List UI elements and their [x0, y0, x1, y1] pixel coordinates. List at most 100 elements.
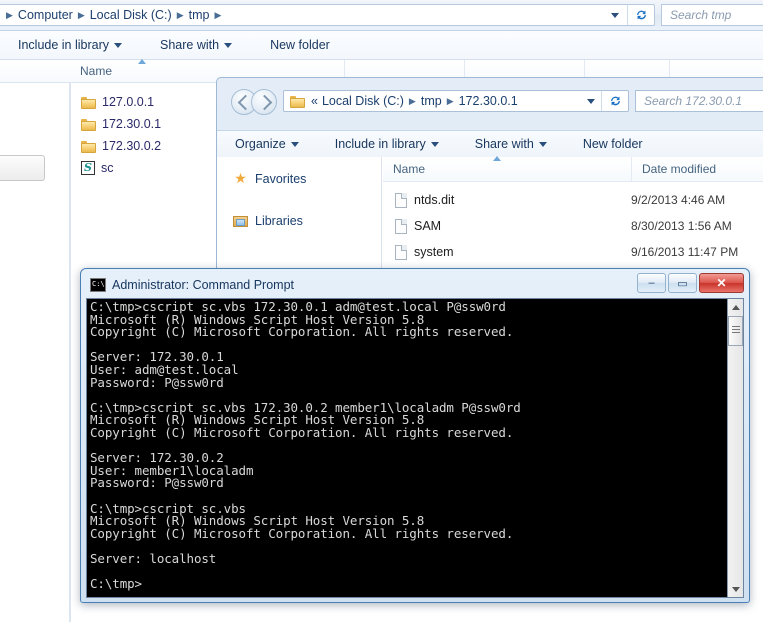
breadcrumb-separator-icon: ▶	[77, 9, 85, 20]
command-prompt-icon	[90, 278, 106, 292]
window2-file-list: Name Date modified ntds.dit 9/2/2013 4:4…	[383, 156, 763, 285]
nav-item-libraries[interactable]: Libraries	[217, 210, 381, 232]
document-icon	[395, 218, 407, 234]
search-input[interactable]: Search tmp	[670, 8, 731, 22]
table-row[interactable]: ntds.dit 9/2/2013 4:46 AM	[383, 187, 763, 213]
console-scrollbar[interactable]	[727, 299, 743, 597]
folder-icon	[81, 140, 96, 153]
sort-ascending-icon	[138, 59, 146, 64]
breadcrumb-overflow[interactable]: «	[309, 94, 320, 108]
toolbar-include-in-library[interactable]: Include in library	[8, 35, 132, 55]
breadcrumb-local-disk[interactable]: Local Disk (C:)	[88, 8, 174, 22]
folder-icon	[290, 95, 305, 108]
chevron-down-icon	[430, 141, 439, 147]
command-prompt-window: Administrator: Command Prompt – ▭ ✕ C:\t…	[80, 268, 750, 603]
toolbar-share-with[interactable]: Share with	[465, 134, 557, 154]
breadcrumb-tmp[interactable]: tmp	[187, 8, 212, 22]
file-name: SAM	[414, 219, 442, 233]
file-date: 8/30/2013 1:56 AM	[631, 219, 732, 233]
window2-address-dropdown-button[interactable]	[580, 91, 602, 111]
breadcrumb-separator-icon: ▶	[214, 9, 222, 20]
file-date: 9/16/2013 11:47 PM	[631, 245, 739, 259]
close-button[interactable]: ✕	[699, 273, 744, 293]
toolbar: Include in library Share with New folder	[0, 31, 763, 60]
folder-icon	[81, 118, 96, 131]
file-name-cell: SAM	[383, 218, 631, 234]
breadcrumb-separator-icon: ▶	[446, 95, 454, 106]
file-name: 172.30.0.2	[102, 139, 162, 153]
list-item[interactable]: 127.0.0.1	[71, 91, 221, 113]
scroll-down-button[interactable]	[728, 581, 743, 597]
window2-breadcrumb[interactable]: « Local Disk (C:) ▶ tmp ▶ 172.30.0.1	[283, 90, 629, 112]
window-controls: – ▭ ✕	[637, 273, 744, 293]
breadcrumb-local-disk[interactable]: Local Disk (C:)	[320, 94, 406, 108]
explorer-window-172-30-0-1: « Local Disk (C:) ▶ tmp ▶ 172.30.0.1 Sea…	[216, 77, 763, 285]
chevron-down-icon	[290, 141, 299, 147]
list-item[interactable]: 172.30.0.2	[71, 135, 221, 157]
table-row[interactable]: system 9/16/2013 11:47 PM	[383, 239, 763, 265]
breadcrumb[interactable]: ▶ Computer ▶ Local Disk (C:) ▶ tmp ▶	[0, 4, 655, 26]
file-name: ntds.dit	[414, 193, 455, 207]
refresh-icon	[636, 10, 646, 20]
toolbar-new-folder[interactable]: New folder	[260, 35, 340, 55]
file-name: 172.30.0.1	[102, 117, 162, 131]
breadcrumb-separator-icon: ▶	[176, 9, 184, 20]
list-item[interactable]: 172.30.0.1	[71, 113, 221, 135]
scroll-up-button[interactable]	[728, 299, 743, 315]
file-name: system	[414, 245, 454, 259]
maximize-button[interactable]: ▭	[668, 273, 697, 293]
toolbar-label: New folder	[270, 38, 330, 52]
toolbar-organize[interactable]: Organize	[225, 134, 309, 154]
breadcrumb-host[interactable]: 172.30.0.1	[457, 94, 520, 108]
folder-icon	[81, 96, 96, 109]
forward-button[interactable]	[251, 89, 277, 115]
console-output-area[interactable]: C:\tmp>cscript sc.vbs 172.30.0.1 adm@tes…	[86, 298, 744, 598]
nav-item-label: Favorites	[255, 172, 307, 186]
console-title-bar[interactable]: Administrator: Command Prompt – ▭ ✕	[84, 272, 746, 298]
column-header-date-modified[interactable]: Date modified	[631, 157, 763, 181]
console-title: Administrator: Command Prompt	[112, 278, 295, 292]
window2-column-header-row: Name Date modified	[383, 156, 763, 182]
breadcrumb-separator-icon: ▶	[408, 95, 416, 106]
nav-item-favorites[interactable]: ★ Favorites	[217, 168, 381, 190]
toolbar-label: Include in library	[18, 38, 110, 52]
window2-search-box[interactable]: Search 172.30.0.1	[635, 90, 763, 112]
address-dropdown-button[interactable]	[604, 5, 626, 25]
breadcrumb-tmp[interactable]: tmp	[419, 94, 444, 108]
window2-body: ★ Favorites Libraries Name Date modified…	[217, 156, 763, 285]
library-icon	[233, 215, 248, 228]
column-header-name[interactable]: Name	[383, 157, 631, 181]
toolbar-label: Share with	[160, 38, 220, 52]
window2-toolbar: Organize Include in library Share with N…	[217, 130, 763, 158]
file-date: 9/2/2013 4:46 AM	[631, 193, 726, 207]
search-box[interactable]: Search tmp	[661, 4, 763, 26]
toolbar-label: Organize	[235, 137, 286, 151]
chevron-down-icon	[538, 141, 547, 147]
window2-refresh-button[interactable]	[601, 91, 628, 111]
forward-arrow-icon	[251, 89, 277, 115]
list-item[interactable]: sc	[71, 157, 221, 179]
chevron-down-icon	[611, 12, 619, 18]
window2-search-input[interactable]: Search 172.30.0.1	[644, 94, 742, 108]
toolbar-label: Include in library	[334, 137, 426, 151]
refresh-button[interactable]	[627, 5, 654, 25]
table-row[interactable]: SAM 8/30/2013 1:56 AM	[383, 213, 763, 239]
chevron-down-icon	[224, 42, 233, 48]
document-icon	[395, 244, 407, 260]
toolbar-new-folder[interactable]: New folder	[573, 134, 653, 154]
vbscript-file-icon	[81, 161, 95, 175]
minimize-button[interactable]: –	[637, 273, 666, 293]
chevron-up-icon	[732, 304, 740, 310]
partial-background-button[interactable]	[0, 155, 45, 181]
file-name: sc	[101, 161, 114, 175]
breadcrumb-computer[interactable]: Computer	[16, 8, 75, 22]
toolbar-include-in-library[interactable]: Include in library	[325, 134, 449, 154]
scrollbar-thumb[interactable]	[728, 316, 743, 346]
sort-ascending-icon	[493, 156, 501, 161]
file-name-cell: system	[383, 244, 631, 260]
toolbar-share-with[interactable]: Share with	[150, 35, 242, 55]
toolbar-label: New folder	[582, 137, 643, 151]
star-icon: ★	[234, 170, 247, 186]
breadcrumb-separator-icon: ▶	[6, 9, 13, 20]
file-name: 127.0.0.1	[102, 95, 155, 109]
